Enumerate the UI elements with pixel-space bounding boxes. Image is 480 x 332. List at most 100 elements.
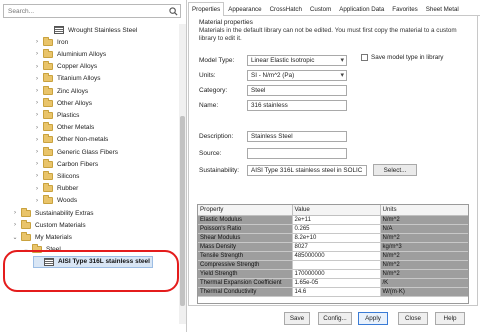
model-type-select[interactable]: Linear Elastic Isotropic <box>247 54 347 66</box>
property-table[interactable]: Property Value Units Elastic Modulus 2e+11 N… <box>197 204 469 304</box>
chevron-right-icon[interactable]: › <box>33 147 41 157</box>
tree-folder-item[interactable]: › Copper Alloys <box>33 61 97 73</box>
tree-item-label: Plastics <box>57 111 80 119</box>
select-button[interactable]: Select... <box>373 164 417 176</box>
table-row[interactable]: Thermal Conductivity 14.6 W/(m·K) <box>198 287 468 297</box>
column-header[interactable]: Value <box>292 205 381 216</box>
tree-folder-item[interactable]: › Other Non-metals <box>33 134 108 146</box>
tree-folder-item[interactable]: › Rubber <box>33 183 78 195</box>
checkbox-box[interactable] <box>361 54 368 61</box>
tree-folder-item[interactable]: › Zinc Alloys <box>33 85 88 97</box>
apply-button[interactable]: Apply <box>358 312 388 325</box>
units-select[interactable]: SI - N/m^2 (Pa) <box>247 69 347 81</box>
chevron-right-icon[interactable]: › <box>33 49 41 59</box>
tree-material-item[interactable]: Wrought Stainless Steel <box>44 24 137 36</box>
property-value-cell[interactable]: 2e+11 <box>292 215 381 225</box>
property-units-cell: /K <box>380 278 468 288</box>
table-row[interactable]: Poisson's Ratio 0.265 N/A <box>198 224 468 234</box>
property-value-cell[interactable]: 8.2e+10 <box>292 233 381 243</box>
property-units-cell: W/(m·K) <box>380 287 468 297</box>
tree-folder-item[interactable]: › Silicons <box>33 170 79 182</box>
name-field[interactable]: 316 stainless <box>247 99 347 111</box>
chevron-right-icon[interactable]: › <box>33 196 41 206</box>
property-value-cell[interactable]: 8027 <box>292 242 381 252</box>
tab-custom[interactable]: Custom <box>306 2 335 15</box>
search-input[interactable] <box>4 5 164 17</box>
tree-folder-item[interactable]: › Other Metals <box>33 122 94 134</box>
chevron-right-icon[interactable]: › <box>33 110 41 120</box>
tree-folder-item[interactable]: › Custom Materials <box>11 219 86 231</box>
source-field[interactable] <box>247 147 347 159</box>
tree-folder-item[interactable]: › Carbon Fibers <box>33 158 98 170</box>
category-value: Steel <box>251 86 266 94</box>
chevron-right-icon[interactable]: › <box>33 123 41 133</box>
chevron-right-icon[interactable]: › <box>11 208 19 218</box>
property-value-cell[interactable]: 1.65e-05 <box>292 278 381 288</box>
chevron-right-icon[interactable]: › <box>33 37 41 47</box>
table-row[interactable]: Mass Density 8027 kg/m^3 <box>198 242 468 252</box>
section-title: Material properties <box>199 19 253 26</box>
property-name-cell: Thermal Conductivity <box>198 287 293 297</box>
help-button[interactable]: Help <box>435 312 465 325</box>
tree-folder-item[interactable]: ⌄ My Materials <box>11 231 72 243</box>
table-row[interactable]: Tensile Strength 485000000 N/m^2 <box>198 251 468 261</box>
chevron-right-icon[interactable]: › <box>33 184 41 194</box>
tree-folder-item[interactable]: › Plastics <box>33 109 79 121</box>
tab-sheet-metal[interactable]: Sheet Metal <box>422 2 463 15</box>
tree-folder-item[interactable]: ⌄ Steel <box>22 244 61 256</box>
column-header[interactable]: Property <box>198 205 293 216</box>
tree-folder-item[interactable]: › Iron <box>33 36 68 48</box>
column-header[interactable]: Units <box>380 205 468 216</box>
chevron-right-icon[interactable]: › <box>33 86 41 96</box>
table-row[interactable]: Yield Strength 170000000 N/m^2 <box>198 269 468 279</box>
property-value-cell[interactable]: 485000000 <box>292 251 381 261</box>
chevron-right-icon[interactable]: › <box>33 74 41 84</box>
tree-material-item[interactable]: AISI Type 316L stainless steel <box>33 255 153 268</box>
property-name-cell: Yield Strength <box>198 269 293 279</box>
description-field[interactable]: Stainless Steel <box>247 130 347 142</box>
tree-folder-item[interactable]: › Aluminium Alloys <box>33 48 106 60</box>
tree-folder-item[interactable]: › Other Alloys <box>33 97 92 109</box>
chevron-right-icon[interactable]: › <box>33 159 41 169</box>
chevron-right-icon[interactable]: › <box>33 135 41 145</box>
save-button[interactable]: Save <box>284 312 310 325</box>
property-value-cell[interactable] <box>292 260 381 270</box>
tab-crosshatch[interactable]: CrossHatch <box>266 2 306 15</box>
tree-folder-item[interactable]: › Generic Glass Fibers <box>33 146 118 158</box>
category-field[interactable]: Steel <box>247 84 347 96</box>
table-row[interactable]: Shear Modulus 8.2e+10 N/m^2 <box>198 233 468 243</box>
tree-folder-item[interactable]: › Titanium Alloys <box>33 73 100 85</box>
folder-icon <box>43 85 53 95</box>
chevron-down-icon[interactable]: ⌄ <box>11 232 19 242</box>
tree-item-label: Wrought Stainless Steel <box>68 26 138 34</box>
chevron-right-icon[interactable]: › <box>33 171 41 181</box>
table-row[interactable]: Elastic Modulus 2e+11 N/m^2 <box>198 215 468 225</box>
tree-scrollbar[interactable] <box>179 24 186 324</box>
chevron-down-icon[interactable]: ⌄ <box>22 245 30 255</box>
chevron-right-icon[interactable]: › <box>33 62 41 72</box>
search-icon[interactable] <box>169 7 178 16</box>
tab-properties[interactable]: Properties <box>188 2 225 16</box>
sustainability-field[interactable]: AISI Type 316L stainless steel in SOLIC <box>247 164 367 176</box>
tree-folder-item[interactable]: › Woods <box>33 195 77 207</box>
property-value-cell[interactable]: 170000000 <box>292 269 381 279</box>
chevron-right-icon[interactable]: › <box>33 98 41 108</box>
chevron-right-icon[interactable]: › <box>11 220 19 230</box>
scrollbar-thumb[interactable] <box>180 116 185 306</box>
tab-application-data[interactable]: Application Data <box>335 2 388 15</box>
close-button[interactable]: Close <box>398 312 428 325</box>
tree-folder-item[interactable]: › Sustainability Extras <box>11 207 94 219</box>
search-box[interactable] <box>3 4 181 18</box>
property-value-cell[interactable]: 14.6 <box>292 287 381 297</box>
config-button[interactable]: Config... <box>318 312 352 325</box>
property-value-cell[interactable]: 0.265 <box>292 224 381 234</box>
save-model-type-checkbox[interactable]: Save model type in library <box>361 54 443 61</box>
table-row[interactable]: Compressive Strength N/m^2 <box>198 260 468 270</box>
tab-appearance[interactable]: Appearance <box>224 2 265 15</box>
tab-favorites[interactable]: Favorites <box>388 2 421 15</box>
table-row[interactable]: Thermal Expansion Coefficient 1.65e-05/K <box>198 278 468 288</box>
tree-item-label: Generic Glass Fibers <box>57 148 119 156</box>
folder-icon <box>43 109 53 119</box>
tree-item-label: Other Alloys <box>57 99 93 107</box>
material-tree: Wrought Stainless Steel › Iron › Aluminium A… <box>0 24 178 324</box>
